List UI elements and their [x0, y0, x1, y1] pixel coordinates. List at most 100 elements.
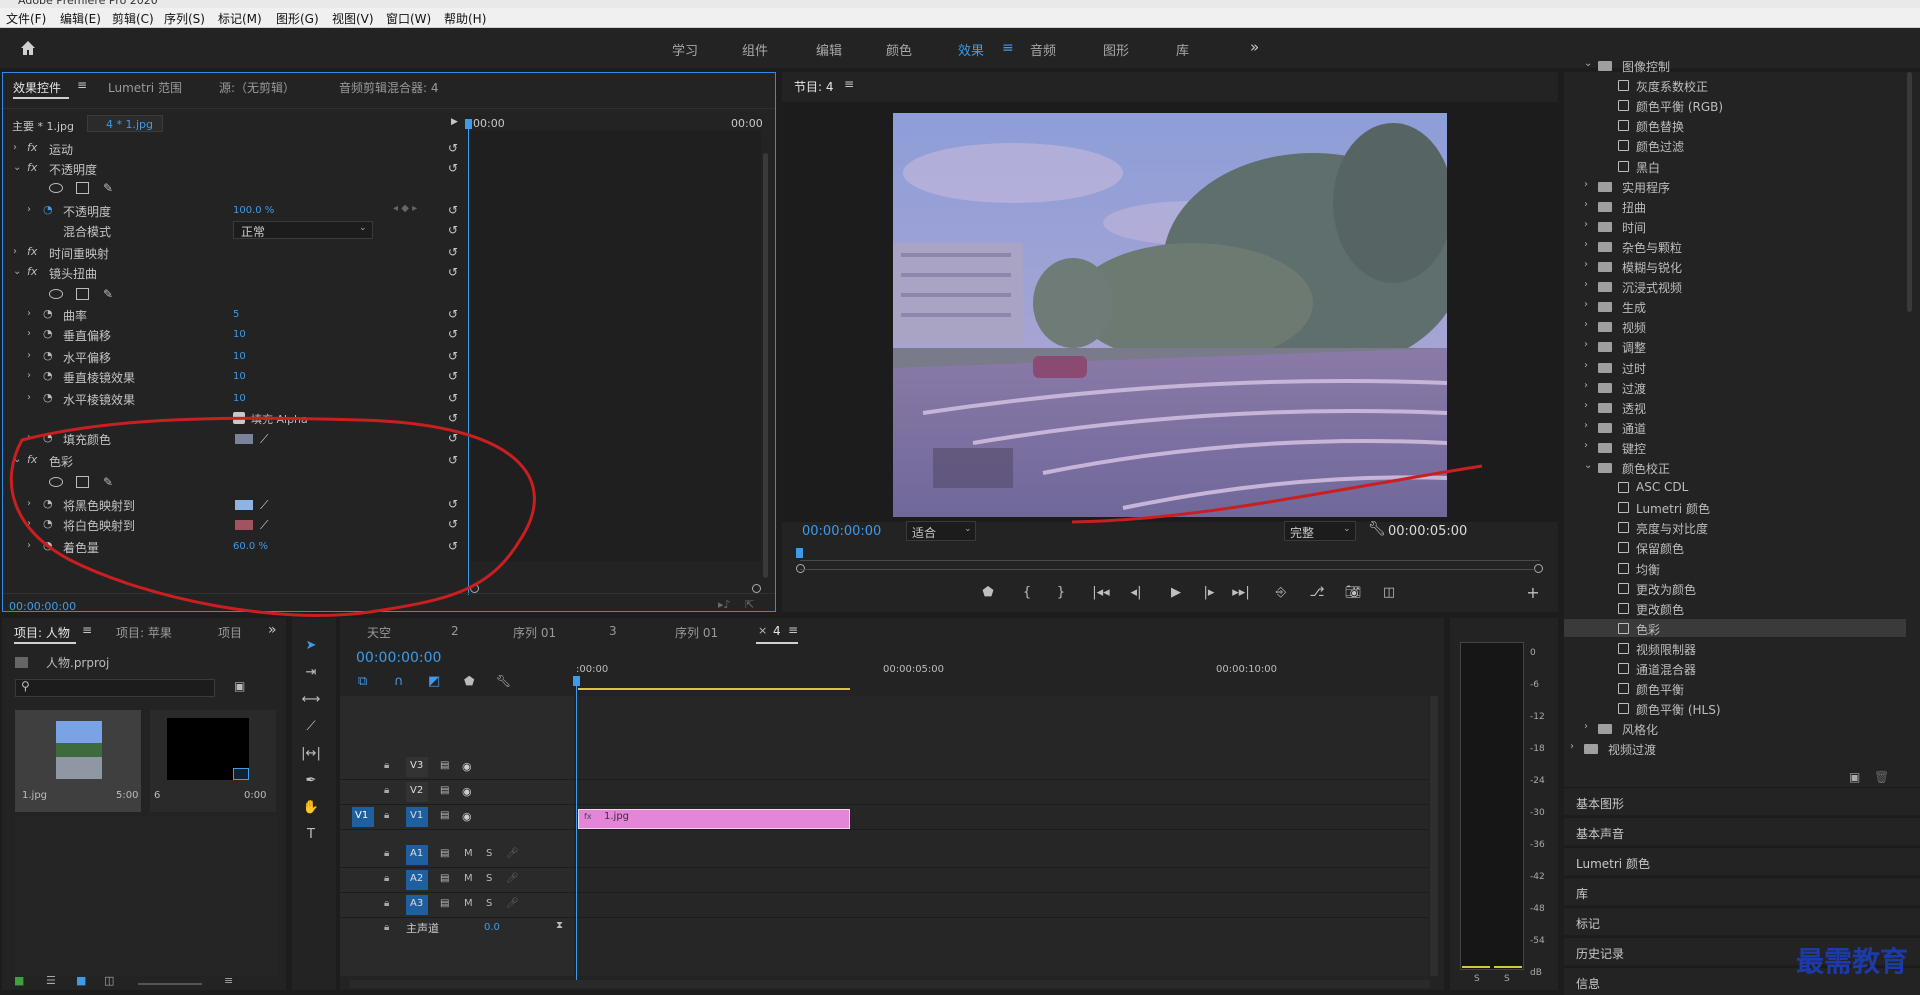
side-panel-tab[interactable] — [1564, 907, 1920, 935]
ellipse-mask-icon[interactable] — [49, 183, 63, 193]
sync-lock-icon[interactable]: ▤ — [440, 760, 449, 771]
chevron-icon[interactable]: › — [1584, 259, 1588, 270]
effects-tree-item[interactable]: 更改为颜色 — [1636, 581, 1696, 598]
program-scrub-bar[interactable] — [800, 560, 1540, 561]
comparison-view-icon[interactable]: ◫ — [1380, 584, 1398, 602]
timeline-tab-5[interactable]: 4 — [773, 624, 781, 638]
sync-lock-icon[interactable]: ▤ — [440, 873, 449, 884]
stopwatch-icon[interactable]: ◔ — [43, 497, 53, 510]
timeline-playhead[interactable] — [576, 681, 577, 981]
chevron-icon[interactable]: › — [1584, 440, 1588, 451]
reset-icon[interactable]: ↺ — [448, 162, 460, 174]
reset-icon[interactable]: ↺ — [448, 432, 460, 444]
clip-master-label[interactable]: 主要 * 1.jpg — [12, 118, 74, 134]
effects-tree-item[interactable]: 视频过渡 — [1608, 741, 1656, 758]
type-tool-icon[interactable]: T — [300, 827, 322, 847]
effects-tree-item[interactable]: 保留颜色 — [1636, 540, 1684, 557]
effects-tree-item[interactable]: 通道混合器 — [1636, 661, 1696, 678]
project-search-input[interactable] — [15, 679, 215, 697]
add-button-icon[interactable]: + — [1524, 584, 1542, 602]
go-to-in-icon[interactable]: |◂◂ — [1092, 584, 1110, 602]
effects-tree-item[interactable]: 调整 — [1622, 339, 1646, 356]
effects-tree-item[interactable]: 灰度系数校正 — [1636, 78, 1708, 95]
workspace-tab-7[interactable]: 库 — [1176, 40, 1189, 59]
sync-lock-icon[interactable]: ▤ — [440, 898, 449, 909]
solo-button[interactable]: S — [486, 873, 492, 884]
add-marker-icon[interactable]: ⬟ — [979, 584, 997, 602]
sync-lock-icon[interactable]: ▤ — [440, 848, 449, 859]
effects-tree-item[interactable]: 颜色平衡 (RGB) — [1636, 98, 1723, 115]
eye-icon[interactable]: ◉ — [462, 785, 472, 798]
effects-tree-item[interactable]: 扭曲 — [1622, 199, 1646, 216]
mic-icon[interactable]: 🎤︎ — [506, 873, 519, 884]
chevron-icon[interactable]: ⌄ — [13, 454, 21, 465]
timeline-tab-2[interactable]: 序列 01 — [513, 624, 556, 641]
workspace-menu-icon[interactable]: ≡ — [1002, 40, 1014, 56]
project-panel-menu-icon[interactable]: ≡ — [82, 623, 92, 637]
chevron-icon[interactable]: › — [27, 204, 31, 215]
chevron-icon[interactable]: ⌄ — [13, 162, 21, 173]
chevron-icon[interactable]: › — [13, 142, 17, 153]
selection-tool-icon[interactable]: ➤ — [300, 638, 322, 658]
extract-icon[interactable]: ⎇ — [1308, 584, 1326, 602]
lift-icon[interactable]: ⎆ — [1272, 584, 1290, 602]
ec-scrollbar[interactable] — [763, 153, 768, 578]
effects-tree-item[interactable]: 杂色与颗粒 — [1622, 239, 1682, 256]
fx-icon[interactable]: fx — [27, 453, 37, 466]
effects-tree-item[interactable]: 风格化 — [1622, 721, 1658, 738]
menu-item-5[interactable]: 图形(G) — [276, 10, 319, 27]
effects-tree-item[interactable]: 模糊与锐化 — [1622, 259, 1682, 276]
effects-tree-item[interactable]: 色彩 — [1636, 621, 1660, 638]
ec-row-value[interactable]: 10 — [233, 351, 246, 362]
rect-mask-icon[interactable] — [76, 288, 89, 300]
close-tab-icon[interactable]: × — [758, 624, 767, 637]
chevron-icon[interactable]: › — [1584, 199, 1588, 210]
razor-icon[interactable]: ⟋ — [300, 719, 322, 739]
ec-tab-0[interactable]: 效果控件 — [13, 79, 61, 96]
ec-playhead[interactable] — [468, 120, 469, 595]
ec-panel-menu-icon[interactable]: ≡ — [77, 78, 87, 92]
ripple-edit-icon[interactable]: ⟷ — [300, 692, 322, 712]
ec-row-value[interactable]: 10 — [233, 393, 246, 404]
effects-tree-item[interactable]: 沉浸式视频 — [1622, 279, 1682, 296]
reset-icon[interactable]: ↺ — [448, 540, 460, 552]
workspace-tab-1[interactable]: 组件 — [742, 40, 768, 59]
step-back-icon[interactable]: ◂| — [1127, 584, 1145, 602]
chevron-icon[interactable]: › — [1584, 420, 1588, 431]
timeline-tab-4[interactable]: 序列 01 — [675, 624, 718, 641]
chevron-icon[interactable]: ⌄ — [13, 266, 21, 277]
stopwatch-icon[interactable]: ◔ — [43, 369, 53, 382]
chevron-icon[interactable]: › — [27, 392, 31, 403]
menu-item-6[interactable]: 视图(V) — [332, 10, 374, 27]
ec-row-value[interactable]: 5 — [233, 309, 239, 320]
ec-row-value[interactable]: 10 — [233, 371, 246, 382]
lock-track-icon[interactable]: 🔒︎ — [384, 760, 389, 771]
stopwatch-icon[interactable]: ◔ — [43, 391, 53, 404]
project-tab-1[interactable]: 项目: 苹果 — [116, 624, 172, 641]
new-search-bin-icon[interactable]: ▣ — [234, 679, 245, 693]
lock-track-icon[interactable]: 🔒︎ — [384, 810, 389, 821]
chevron-icon[interactable]: › — [27, 540, 31, 551]
menu-item-0[interactable]: 文件(F) — [6, 10, 46, 27]
export-frame-icon[interactable]: ▸♪ — [718, 598, 731, 611]
chevron-icon[interactable]: › — [27, 308, 31, 319]
sync-lock-icon[interactable]: ▤ — [440, 810, 449, 821]
reset-icon[interactable]: ↺ — [448, 308, 460, 320]
reset-icon[interactable]: ↺ — [448, 204, 460, 216]
panel-menu-icon[interactable]: ≡ — [844, 77, 854, 91]
lock-track-icon[interactable]: 🔒︎ — [384, 785, 389, 796]
fx-icon[interactable]: fx — [27, 245, 37, 258]
export-icon[interactable]: ⇱ — [745, 598, 754, 611]
project-tab-0[interactable]: 项目: 人物 — [14, 624, 70, 641]
reset-icon[interactable]: ↺ — [448, 142, 460, 154]
rect-mask-icon[interactable] — [76, 476, 89, 488]
chevron-icon[interactable]: ⌄ — [1584, 58, 1592, 69]
color-swatch[interactable] — [235, 434, 253, 444]
sync-lock-icon[interactable]: ▤ — [440, 785, 449, 796]
workspace-tab-0[interactable]: 学习 — [672, 40, 698, 59]
chevron-icon[interactable]: › — [1584, 239, 1588, 250]
pen-icon[interactable]: ✒ — [300, 773, 322, 793]
delete-icon[interactable]: 🗑︎ — [1874, 770, 1889, 784]
effects-tree-item[interactable]: 亮度与对比度 — [1636, 520, 1708, 537]
reset-icon[interactable]: ↺ — [448, 370, 460, 382]
